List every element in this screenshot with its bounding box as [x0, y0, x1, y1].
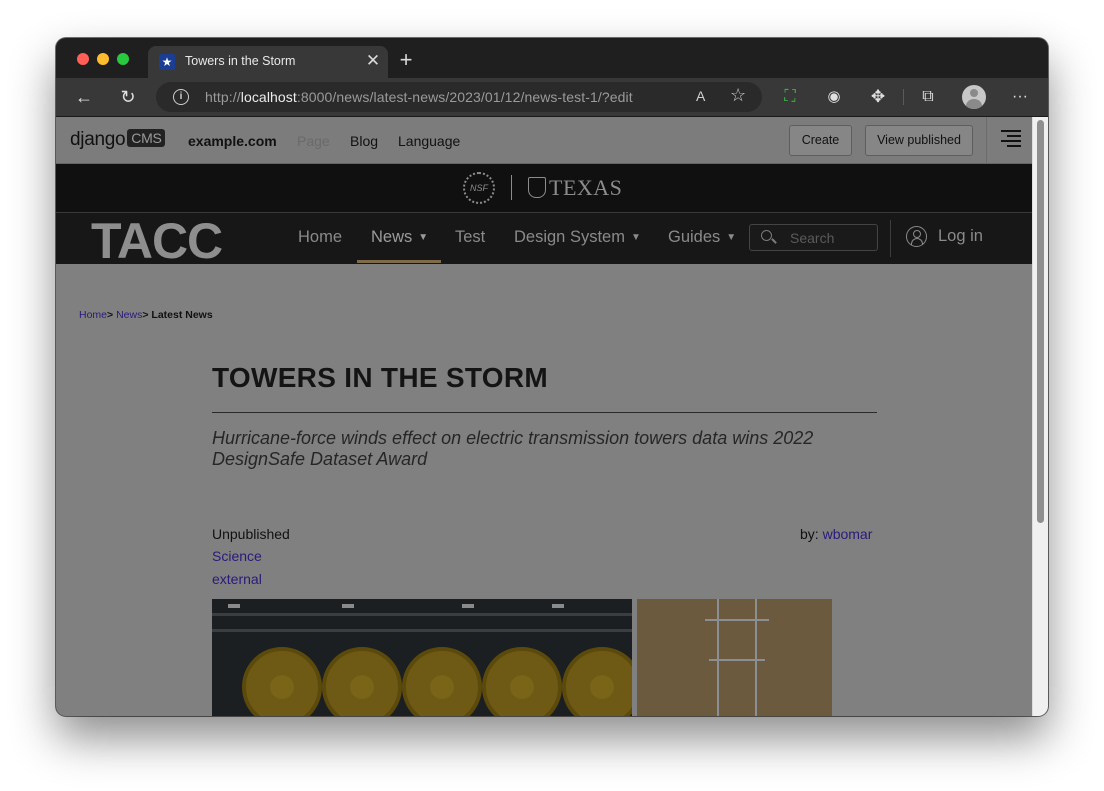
cms-language-menu[interactable]: Language: [398, 133, 460, 149]
author-link[interactable]: wbomar: [823, 526, 873, 542]
category-link-science[interactable]: Science: [212, 548, 262, 564]
extensions-puzzle-icon[interactable]: ✥: [864, 83, 892, 111]
transmission-tower-image: [637, 599, 832, 716]
wind-tunnel-fans-image: [212, 599, 632, 716]
collections-icon[interactable]: ⧉: [914, 83, 942, 111]
article-byline: by: wbomar: [800, 526, 873, 542]
breadcrumb: Home> News> Latest News: [79, 309, 213, 321]
screenshot-extension-icon[interactable]: ⛶: [776, 83, 804, 111]
title-bar: ★ Towers in the Storm ✕ +: [56, 38, 1048, 78]
cms-view-published-button[interactable]: View published: [865, 125, 973, 156]
cms-toolbar: django CMS example.com Page Blog Language…: [56, 117, 1033, 164]
search-input[interactable]: Search: [749, 224, 878, 251]
minimize-window-button[interactable]: [97, 53, 109, 65]
django-cms-logo[interactable]: django CMS: [70, 129, 166, 151]
cms-toolbar-divider: [986, 117, 987, 163]
more-menu-icon[interactable]: ···: [1006, 83, 1034, 111]
tab-close-icon[interactable]: ✕: [363, 51, 383, 71]
toolbar-divider: [903, 89, 904, 105]
close-window-button[interactable]: [77, 53, 89, 65]
back-button[interactable]: ←: [70, 83, 98, 111]
ut-shield-icon: [528, 177, 546, 198]
scrollbar-thumb[interactable]: [1037, 120, 1044, 523]
nav-news[interactable]: News ▼: [371, 228, 428, 247]
nav-divider: [890, 220, 891, 257]
publish-status: Unpublished: [212, 526, 290, 542]
tag-link-external[interactable]: external: [212, 571, 262, 587]
add-favorite-icon[interactable]: ☆: [730, 85, 746, 106]
cms-blog-menu[interactable]: Blog: [350, 133, 378, 149]
url-text[interactable]: http://localhost:8000/news/latest-news/2…: [205, 89, 633, 105]
cms-create-button[interactable]: Create: [789, 125, 852, 156]
logo-divider: [511, 175, 512, 200]
active-nav-indicator: [357, 260, 441, 263]
reload-button[interactable]: ↻: [114, 83, 142, 111]
vertical-scrollbar[interactable]: [1032, 117, 1048, 716]
portal-logo-bar: NSF TEXAS: [56, 164, 1033, 213]
cms-page-menu[interactable]: Page: [297, 133, 330, 149]
search-placeholder: Search: [790, 230, 835, 246]
login-link[interactable]: Log in: [938, 227, 983, 246]
breadcrumb-news[interactable]: News: [116, 309, 142, 321]
nav-guides[interactable]: Guides ▼: [668, 228, 736, 247]
nav-home[interactable]: Home: [298, 228, 342, 247]
ut-texas-logo[interactable]: TEXAS: [549, 175, 622, 201]
maximize-window-button[interactable]: [117, 53, 129, 65]
cms-structure-menu-icon[interactable]: [1001, 130, 1021, 148]
tab-title: Towers in the Storm: [185, 54, 296, 68]
article-subtitle: Hurricane-force winds effect on electric…: [212, 428, 814, 469]
breadcrumb-current: Latest News: [151, 309, 213, 321]
search-icon: [761, 230, 772, 241]
profile-avatar[interactable]: [962, 85, 986, 109]
browser-toolbar: ← ↻ i http://localhost:8000/news/latest-…: [56, 78, 1048, 117]
cms-site-menu[interactable]: example.com: [188, 133, 277, 149]
nav-test[interactable]: Test: [455, 228, 485, 247]
nav-design-system[interactable]: Design System ▼: [514, 228, 641, 247]
tacc-logo[interactable]: TACC: [91, 212, 223, 270]
title-divider: [212, 412, 877, 413]
browser-window: ★ Towers in the Storm ✕ + ← ↻ i http://l…: [56, 38, 1048, 716]
new-tab-button[interactable]: +: [395, 49, 417, 71]
tacc-favicon-icon: ★: [159, 54, 175, 70]
read-aloud-icon[interactable]: A: [696, 88, 705, 104]
page-viewport: django CMS example.com Page Blog Language…: [56, 117, 1048, 716]
breadcrumb-home[interactable]: Home: [79, 309, 107, 321]
main-navigation: TACC Home News ▼ Test Design System ▼ Guid…: [56, 213, 1033, 269]
address-bar[interactable]: i http://localhost:8000/news/latest-news…: [156, 82, 762, 112]
browser-tab[interactable]: ★ Towers in the Storm ✕: [148, 46, 388, 78]
article-title: TOWERS IN THE STORM: [212, 362, 549, 393]
chevron-down-icon: ▼: [726, 232, 737, 243]
chevron-down-icon: ▼: [418, 232, 429, 243]
chevron-down-icon: ▼: [630, 232, 641, 243]
nsf-logo[interactable]: NSF: [463, 172, 495, 204]
spy-extension-icon[interactable]: ◉: [820, 83, 848, 111]
site-info-icon[interactable]: i: [173, 89, 189, 105]
user-icon[interactable]: [906, 226, 927, 247]
